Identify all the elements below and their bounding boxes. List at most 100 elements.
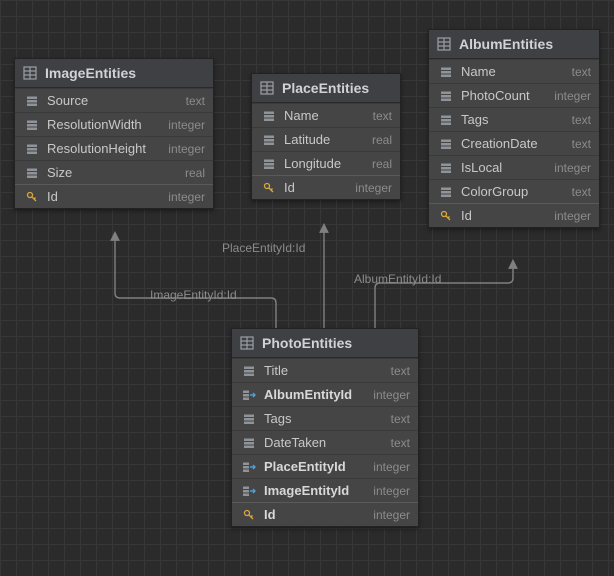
column-icon [240,365,258,377]
column-name: ResolutionHeight [47,141,160,156]
column-row[interactable]: ResolutionHeight integer [15,136,213,160]
column-type: integer [554,161,591,175]
entity-title: PlaceEntities [282,80,369,96]
table-icon [23,66,37,80]
column-name: Name [284,108,365,123]
column-row[interactable]: Title text [232,358,418,382]
key-icon [23,191,41,203]
column-type: text [186,94,205,108]
entity-header[interactable]: PlaceEntities [252,74,400,103]
column-icon [437,186,455,198]
entity-place[interactable]: PlaceEntities Name text Latitude real Lo… [251,73,401,200]
column-name: CreationDate [461,136,564,151]
column-name: Tags [461,112,564,127]
column-type: text [373,109,392,123]
column-row[interactable]: Longitude real [252,151,400,175]
column-row[interactable]: IsLocal integer [429,155,599,179]
column-icon [23,167,41,179]
column-icon [23,143,41,155]
column-row[interactable]: CreationDate text [429,131,599,155]
key-icon [260,182,278,194]
column-icon [437,90,455,102]
column-name: AlbumEntityId [264,387,365,402]
column-name: Id [264,507,365,522]
entity-photo[interactable]: PhotoEntities Title text AlbumEntityId i… [231,328,419,527]
column-type: real [185,166,205,180]
column-icon [437,114,455,126]
column-type: integer [373,508,410,522]
column-row[interactable]: ImageEntityId integer [232,478,418,502]
column-name: Source [47,93,178,108]
column-type: real [372,133,392,147]
entity-title: ImageEntities [45,65,136,81]
column-row[interactable]: Tags text [429,107,599,131]
column-row[interactable]: Name text [429,59,599,83]
column-name: PhotoCount [461,88,546,103]
column-row[interactable]: Name text [252,103,400,127]
column-icon [240,437,258,449]
column-name: Id [47,189,160,204]
column-type: integer [168,118,205,132]
column-row[interactable]: ResolutionWidth integer [15,112,213,136]
column-row[interactable]: DateTaken text [232,430,418,454]
fk-icon [240,389,258,401]
column-type: integer [373,388,410,402]
column-name: IsLocal [461,160,546,175]
column-icon [260,158,278,170]
pk-row[interactable]: Id integer [15,184,213,208]
column-type: text [572,65,591,79]
column-row[interactable]: PhotoCount integer [429,83,599,107]
column-row[interactable]: Size real [15,160,213,184]
entity-album[interactable]: AlbumEntities Name text PhotoCount integ… [428,29,600,228]
column-type: text [391,412,410,426]
column-name: Title [264,363,383,378]
column-type: integer [168,190,205,204]
column-type: integer [554,89,591,103]
pk-row[interactable]: Id integer [232,502,418,526]
column-icon [437,66,455,78]
entity-title: AlbumEntities [459,36,553,52]
column-name: Longitude [284,156,364,171]
column-icon [23,119,41,131]
rel-label-place: PlaceEntityId:Id [222,241,305,255]
column-row[interactable]: AlbumEntityId integer [232,382,418,406]
column-row[interactable]: Latitude real [252,127,400,151]
column-type: text [572,137,591,151]
fk-icon [240,485,258,497]
column-icon [437,138,455,150]
column-type: text [572,113,591,127]
key-icon [437,210,455,222]
table-icon [437,37,451,51]
column-name: Latitude [284,132,364,147]
pk-row[interactable]: Id integer [429,203,599,227]
table-icon [260,81,274,95]
column-type: real [372,157,392,171]
column-type: text [391,364,410,378]
column-name: DateTaken [264,435,383,450]
rel-label-image: ImageEntityId:Id [150,288,237,302]
column-icon [240,413,258,425]
entity-header[interactable]: ImageEntities [15,59,213,88]
column-name: Id [461,208,546,223]
column-row[interactable]: PlaceEntityId integer [232,454,418,478]
column-name: ImageEntityId [264,483,365,498]
entity-title: PhotoEntities [262,335,352,351]
column-icon [437,162,455,174]
column-type: integer [168,142,205,156]
key-icon [240,509,258,521]
entity-header[interactable]: AlbumEntities [429,30,599,59]
column-row[interactable]: ColorGroup text [429,179,599,203]
column-icon [260,134,278,146]
column-icon [260,110,278,122]
column-type: integer [554,209,591,223]
column-name: ColorGroup [461,184,564,199]
column-type: integer [355,181,392,195]
column-row[interactable]: Source text [15,88,213,112]
rel-label-album: AlbumEntityId:Id [354,272,441,286]
table-icon [240,336,254,350]
entity-image[interactable]: ImageEntities Source text ResolutionWidt… [14,58,214,209]
pk-row[interactable]: Id integer [252,175,400,199]
column-row[interactable]: Tags text [232,406,418,430]
column-name: Name [461,64,564,79]
entity-header[interactable]: PhotoEntities [232,329,418,358]
